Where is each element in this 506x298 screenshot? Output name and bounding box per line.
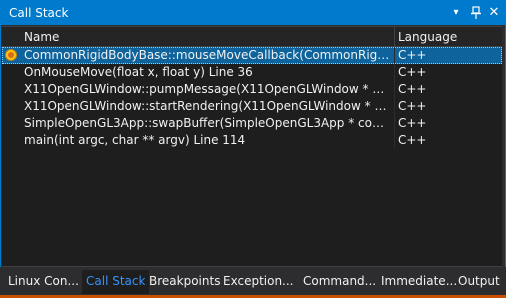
call-stack-rows: CommonRigidBodyBase::mouseMoveCallback(C… [2, 47, 502, 149]
column-divider[interactable] [394, 27, 395, 46]
row-gutter [2, 81, 22, 98]
window-title: Call Stack [9, 6, 69, 20]
cell-divider [394, 98, 395, 115]
tab-breakpoints[interactable]: Breakpoints [145, 270, 224, 292]
cell-divider [394, 132, 395, 149]
tab-linux-con[interactable]: Linux Con... [4, 270, 83, 292]
stack-frame-row[interactable]: X11OpenGLWindow::pumpMessage(X11OpenGLWi… [2, 81, 502, 98]
column-header-language[interactable]: Language [398, 30, 457, 44]
row-gutter [2, 132, 22, 149]
stack-frame-row[interactable]: main(int argc, char ** argv) Line 114 C++ [2, 132, 502, 149]
tab-exception[interactable]: Exception... [219, 270, 298, 292]
frame-name: CommonRigidBodyBase::mouseMoveCallback(C… [24, 48, 390, 62]
tool-window-tab-bar: Linux Con... Call Stack Breakpoints Excepti… [0, 267, 506, 298]
tab-immediate[interactable]: Immediate... [377, 270, 461, 292]
row-gutter [2, 115, 22, 132]
title-bar[interactable]: Call Stack ▾ ✕ [1, 1, 505, 25]
window-options-dropdown-icon[interactable]: ▾ [448, 4, 464, 22]
tab-call-stack[interactable]: Call Stack [82, 270, 150, 294]
stack-frame-row[interactable]: SimpleOpenGL3App::swapBuffer(SimpleOpenG… [2, 115, 502, 132]
column-header-name[interactable]: Name [24, 30, 384, 44]
stack-frame-row[interactable]: OnMouseMove(float x, float y) Line 36 C++ [2, 64, 502, 81]
frame-name: X11OpenGLWindow::pumpMessage(X11OpenGLWi… [24, 82, 390, 96]
stack-frame-row[interactable]: X11OpenGLWindow::startRendering(X11OpenG… [2, 98, 502, 115]
cell-divider [394, 47, 395, 64]
tab-output[interactable]: Output [454, 270, 504, 292]
close-icon[interactable]: ✕ [486, 4, 502, 22]
frame-language: C++ [398, 65, 427, 79]
frame-language: C++ [398, 48, 427, 62]
frame-language: C++ [398, 99, 427, 113]
current-frame-arrow-icon [5, 49, 17, 61]
frame-language: C++ [398, 133, 427, 147]
frame-name: main(int argc, char ** argv) Line 114 [24, 133, 246, 147]
grid-header: Name Language [2, 27, 502, 47]
row-gutter [2, 47, 22, 64]
frame-language: C++ [398, 82, 427, 96]
frame-name: OnMouseMove(float x, float y) Line 36 [24, 65, 253, 79]
stack-frame-row[interactable]: CommonRigidBodyBase::mouseMoveCallback(C… [2, 47, 502, 64]
frame-language: C++ [398, 116, 427, 130]
pin-icon[interactable] [468, 4, 484, 22]
cell-divider [394, 81, 395, 98]
frame-name: X11OpenGLWindow::startRendering(X11OpenG… [24, 99, 390, 113]
call-stack-grid: Name Language CommonRigidBodyBase::mouse… [2, 26, 502, 267]
row-gutter [2, 64, 22, 81]
tab-command[interactable]: Command... [299, 270, 380, 292]
row-gutter [2, 98, 22, 115]
cell-divider [394, 115, 395, 132]
frame-name: SimpleOpenGL3App::swapBuffer(SimpleOpenG… [24, 116, 390, 130]
cell-divider [394, 64, 395, 81]
